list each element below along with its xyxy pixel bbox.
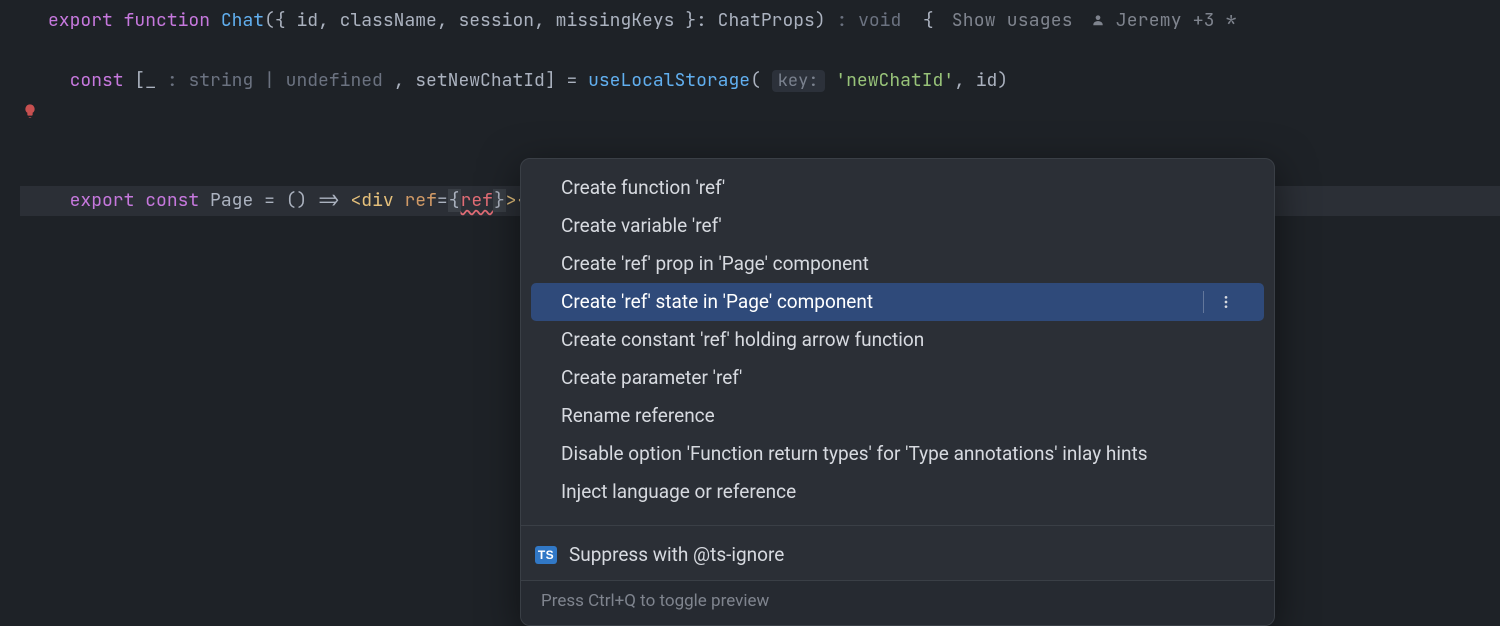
params: ({ id, className, session, missingKeys }… bbox=[264, 9, 826, 32]
destructure-open: [_ bbox=[134, 69, 156, 92]
kebab-icon bbox=[1218, 294, 1234, 310]
intention-item-label: Create constant 'ref' holding arrow func… bbox=[561, 327, 924, 353]
keyword-const: const bbox=[145, 189, 199, 212]
code-line-blank-1[interactable] bbox=[20, 36, 1500, 66]
intention-item-label: Create variable 'ref' bbox=[561, 213, 722, 239]
intention-item-suppress-ts-ignore[interactable]: TS Suppress with @ts-ignore bbox=[521, 536, 1274, 574]
popup-footer-hint: Press Ctrl+Q to toggle preview bbox=[521, 580, 1274, 625]
intention-bulb-icon[interactable] bbox=[20, 96, 40, 126]
intention-item-label: Create 'ref' prop in 'Page' component bbox=[561, 251, 869, 277]
arrow: = () => bbox=[264, 189, 340, 212]
typescript-badge-icon: TS bbox=[535, 546, 557, 564]
jsx-attr-name: ref bbox=[405, 189, 437, 212]
brace-l-highlight: { bbox=[448, 189, 461, 212]
intention-actions-popup: Create function 'ref' Create variable 'r… bbox=[520, 158, 1275, 626]
intention-item-rename-reference[interactable]: Rename reference bbox=[521, 397, 1274, 435]
intention-item-create-function[interactable]: Create function 'ref' bbox=[521, 169, 1274, 207]
intention-item-label: Create parameter 'ref' bbox=[561, 365, 742, 391]
intention-item-label: Rename reference bbox=[561, 403, 715, 429]
code-line-1[interactable]: export function Chat({ id, className, se… bbox=[20, 6, 1500, 36]
intention-item-label: Disable option 'Function return types' f… bbox=[561, 441, 1148, 467]
jsx-open-tag: <div bbox=[350, 189, 393, 212]
intention-item-create-state[interactable]: Create 'ref' state in 'Page' component bbox=[531, 283, 1264, 321]
author-annotation[interactable]: Jeremy +3 * bbox=[1091, 9, 1237, 32]
type-inlay: : string | undefined bbox=[167, 69, 383, 92]
destructure-mid: , setNewChatId] = bbox=[394, 69, 578, 92]
args-rest: , id) bbox=[954, 69, 1008, 92]
intention-item-create-constant[interactable]: Create constant 'ref' holding arrow func… bbox=[521, 321, 1274, 359]
intention-actions-list: Create function 'ref' Create variable 'r… bbox=[521, 159, 1274, 521]
paren-open: ( bbox=[750, 69, 761, 92]
intention-item-label: Create function 'ref' bbox=[561, 175, 725, 201]
author-text: Jeremy +3 * bbox=[1116, 9, 1237, 32]
intention-item-label: Inject language or reference bbox=[561, 479, 796, 505]
keyword-function: function bbox=[124, 9, 210, 32]
intention-item-more-button[interactable] bbox=[1203, 291, 1234, 313]
keyword-export: export bbox=[70, 189, 135, 212]
function-name: Chat bbox=[221, 9, 264, 32]
intention-item-inject-language[interactable]: Inject language or reference bbox=[521, 473, 1274, 511]
keyword-const: const bbox=[70, 69, 124, 92]
intention-item-create-prop[interactable]: Create 'ref' prop in 'Page' component bbox=[521, 245, 1274, 283]
usages-link[interactable]: Show usages bbox=[952, 9, 1073, 32]
intention-item-disable-inlay[interactable]: Disable option 'Function return types' f… bbox=[521, 435, 1274, 473]
function-call: useLocalStorage bbox=[588, 69, 750, 92]
popup-divider bbox=[521, 525, 1274, 526]
const-name: Page bbox=[210, 189, 253, 212]
string-literal: 'newChatId' bbox=[835, 69, 954, 92]
eq: = bbox=[437, 189, 448, 212]
brace-open: { bbox=[923, 9, 934, 32]
intention-item-label: Create 'ref' state in 'Page' component bbox=[561, 289, 873, 315]
intention-item-create-variable[interactable]: Create variable 'ref' bbox=[521, 207, 1274, 245]
return-type-inlay: : void bbox=[836, 9, 901, 32]
intention-item-create-parameter[interactable]: Create parameter 'ref' bbox=[521, 359, 1274, 397]
keyword-export: export bbox=[48, 9, 113, 32]
intention-item-label: Suppress with @ts-ignore bbox=[569, 542, 784, 568]
user-icon bbox=[1091, 9, 1105, 32]
undefined-ref-error[interactable]: ref bbox=[461, 189, 493, 212]
param-name-inlay: key: bbox=[772, 70, 825, 92]
brace-r-highlight: } bbox=[493, 189, 506, 212]
code-line-2[interactable]: const [_ : string | undefined , setNewCh… bbox=[20, 66, 1500, 96]
